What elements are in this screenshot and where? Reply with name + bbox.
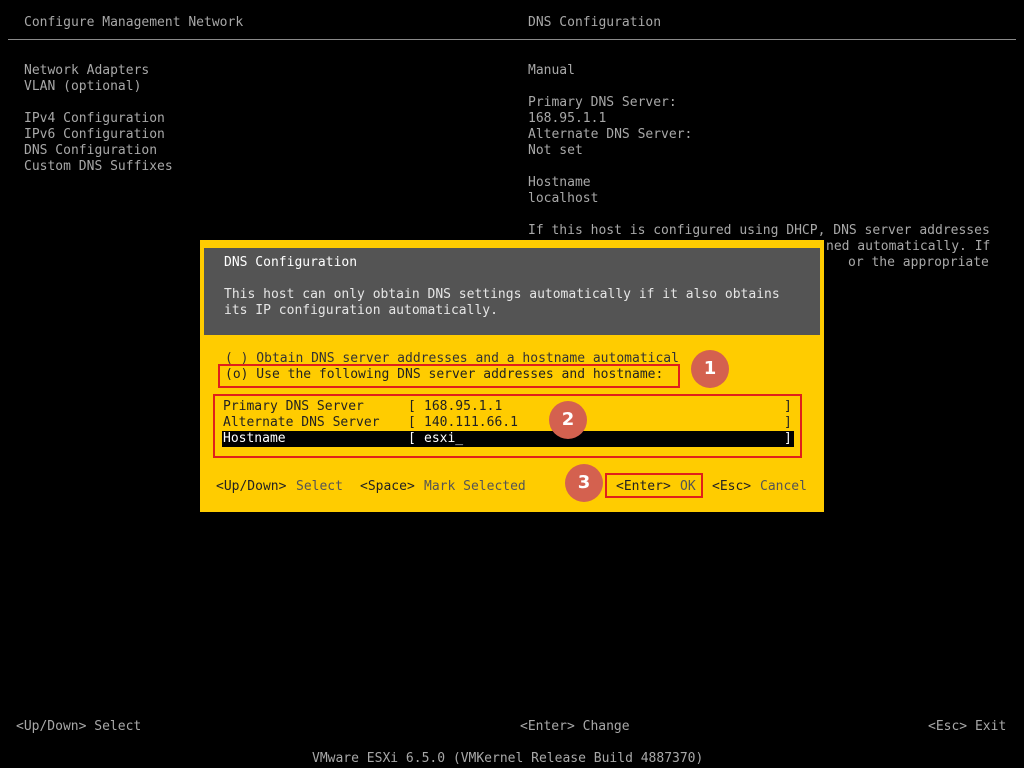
annotation-box-3 [605,473,703,498]
dialog-desc-line1: This host can only obtain DNS settings a… [224,287,780,302]
menu-item-ipv6[interactable]: IPv6 Configuration [24,127,165,143]
primary-dns-value: 168.95.1.1 [528,111,607,126]
menu-item-dns[interactable]: DNS Configuration [24,143,157,159]
help-text-line3: or the appropriate [848,255,989,270]
menu-item-vlan[interactable]: VLAN (optional) [24,79,141,95]
alternate-dns-value: Not set [528,143,583,158]
space-key: <Space> [360,479,415,494]
dialog-title: DNS Configuration [224,255,358,270]
hint-change: <Enter> Change [520,719,630,734]
dns-mode: Manual [528,63,575,78]
annotation-badge-3: 3 [565,464,603,502]
menu-item-ipv4[interactable]: IPv4 Configuration [24,111,165,127]
primary-dns-label: Primary DNS Server: [528,95,677,110]
updown-key: <Up/Down> [216,479,287,494]
hostname-value: localhost [528,191,599,206]
alternate-dns-label: Alternate DNS Server: [528,127,693,142]
help-text-line2: ned automatically. If [826,239,991,254]
annotation-badge-2: 2 [549,401,587,439]
screen-title: Configure Management Network [24,15,244,30]
section-title: DNS Configuration [528,15,662,30]
updown-label: Select [296,479,343,494]
version-string: VMware ESXi 6.5.0 (VMKernel Release Buil… [312,751,704,766]
hint-exit: <Esc> Exit [928,719,1007,734]
hint-select: <Up/Down> Select [16,719,142,734]
dialog-header: DNS Configuration This host can only obt… [204,248,820,335]
esc-key[interactable]: <Esc> [712,479,751,495]
space-label: Mark Selected [424,479,526,494]
hostname-label: Hostname [528,175,591,190]
annotation-box-1 [218,364,680,388]
cancel-label[interactable]: Cancel [760,479,807,495]
annotation-box-2 [213,394,802,458]
header-divider [8,39,1016,40]
help-text-line1: If this host is configured using DHCP, D… [528,223,990,238]
menu-item-dns-suffixes[interactable]: Custom DNS Suffixes [24,159,173,175]
menu-item-network-adapters[interactable]: Network Adapters [24,63,149,79]
dialog-desc-line2: its IP configuration automatically. [224,303,498,318]
annotation-badge-1: 1 [691,350,729,388]
